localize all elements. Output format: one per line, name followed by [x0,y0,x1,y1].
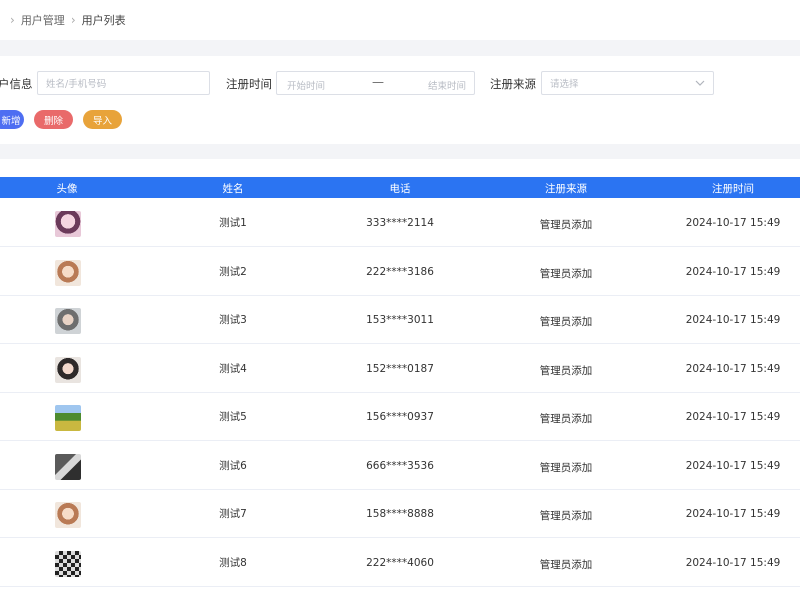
cell-phone: 333****2114 [366,217,434,229]
cell-phone: 222****4060 [366,556,434,569]
cell-phone: 156****0937 [366,411,434,423]
user-info-input[interactable]: 姓名/手机号码 [37,71,210,95]
breadcrumb-current: 用户列表 [81,14,126,27]
header-phone: 电话 [389,183,411,195]
cell-time: 2024-10-17 15:49 [685,459,781,472]
table-row: 测试2 222****3186 管理员添加 2024-10-17 15:49 [0,247,800,296]
source-label: 注册来源 [490,77,536,91]
avatar[interactable] [55,356,81,383]
cell-name: 测试4 [219,362,247,375]
cell-time: 2024-10-17 15:49 [685,314,781,326]
chevron-right-icon: › [10,13,15,27]
cell-phone: 158****8888 [366,508,434,520]
cell-source: 管理员添加 [539,558,593,571]
breadcrumb: › 用户管理 › 用户列表 [0,0,800,40]
cell-name: 测试5 [219,411,247,423]
avatar[interactable] [55,308,81,334]
start-time-placeholder: 开始时间 [287,81,326,92]
avatar[interactable] [55,405,81,431]
cell-name: 测试2 [219,265,247,278]
cell-phone: 666****3536 [366,459,434,472]
reg-time-range-picker[interactable]: 开始时间 — 结束时间 [276,71,475,95]
cell-name: 测试1 [219,217,247,229]
avatar[interactable] [55,502,81,528]
cell-source: 管理员添加 [539,267,593,280]
table-row: 测试8 222****4060 管理员添加 2024-10-17 15:49 [0,538,800,587]
chevron-right-icon: › [70,13,76,27]
add-button[interactable]: 新增 [0,110,24,129]
cell-source: 管理员添加 [539,413,593,425]
table-row: 测试3 153****3011 管理员添加 2024-10-17 15:49 [0,295,800,344]
avatar[interactable] [55,453,81,480]
table-row: 测试7 158****8888 管理员添加 2024-10-17 15:49 [0,489,800,538]
avatar[interactable] [55,259,81,286]
user-info-label: 户信息 [0,77,33,91]
avatar[interactable] [55,211,81,237]
cell-time: 2024-10-17 15:49 [685,362,781,375]
range-separator: — [372,75,384,89]
table-header: 头像 姓名 电话 注册来源 注册时间 [0,177,800,198]
table-row: 测试4 152****0187 管理员添加 2024-10-17 15:49 [0,344,800,393]
table-row: 测试6 666****3536 管理员添加 2024-10-17 15:49 [0,441,800,490]
cell-phone: 152****0187 [366,362,434,375]
avatar[interactable] [55,550,81,577]
end-time-placeholder: 结束时间 [427,81,466,92]
divider-band [0,40,800,56]
reg-time-label: 注册时间 [226,77,272,91]
cell-name: 测试6 [219,459,247,472]
table-row: 测试5 156****0937 管理员添加 2024-10-17 15:49 [0,392,800,441]
table-row: 测试1 333****2114 管理员添加 2024-10-17 15:49 [0,198,800,247]
chevron-down-icon [695,80,705,86]
cell-time: 2024-10-17 15:49 [685,508,781,520]
header-time: 注册时间 [712,183,754,195]
cell-name: 测试3 [219,314,247,326]
cell-source: 管理员添加 [539,316,593,328]
cell-time: 2024-10-17 15:49 [685,556,781,569]
breadcrumb-parent[interactable]: 用户管理 [21,12,65,28]
cell-name: 测试7 [219,508,247,520]
cell-time: 2024-10-17 15:49 [685,217,781,229]
source-select[interactable]: 请选择 [541,71,714,95]
cell-name: 测试8 [219,556,247,569]
cell-source: 管理员添加 [539,510,593,522]
header-name: 姓名 [222,183,244,195]
source-placeholder: 请选择 [550,79,579,90]
header-avatar: 头像 [56,183,78,195]
divider-band [0,144,800,159]
cell-time: 2024-10-17 15:49 [685,411,781,423]
cell-time: 2024-10-17 15:49 [685,265,781,278]
header-source: 注册来源 [545,183,587,195]
cell-phone: 153****3011 [366,314,434,326]
user-info-placeholder: 姓名/手机号码 [46,79,107,90]
cell-source: 管理员添加 [539,364,593,377]
import-button[interactable]: 导入 [83,110,122,129]
cell-source: 管理员添加 [539,219,593,231]
cell-source: 管理员添加 [539,461,593,474]
delete-button[interactable]: 删除 [34,110,73,129]
cell-phone: 222****3186 [366,265,434,278]
